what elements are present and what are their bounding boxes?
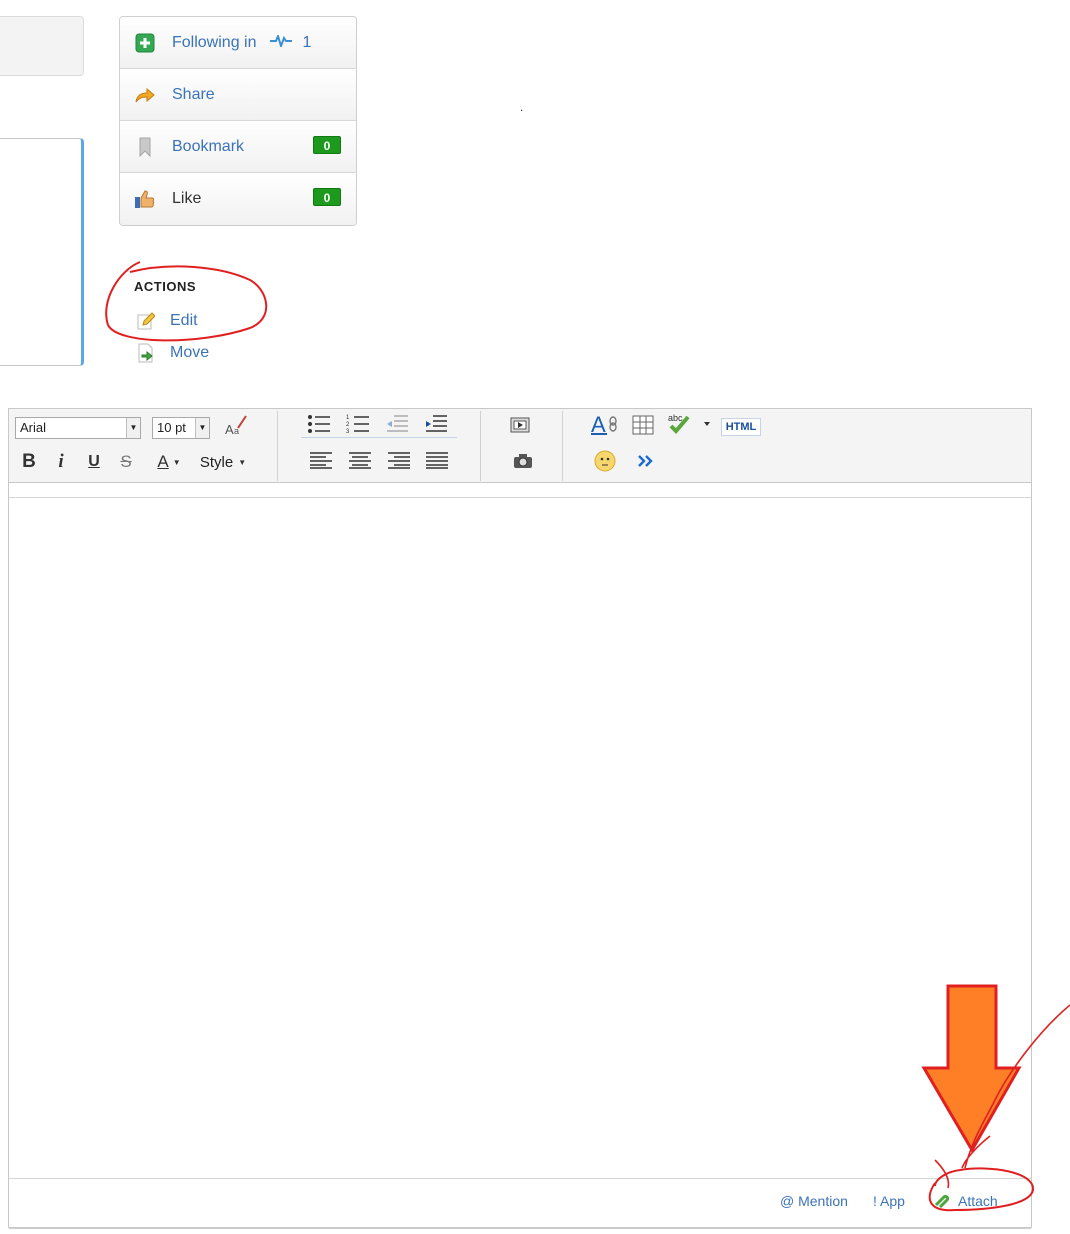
toolbar-separator — [562, 411, 563, 481]
rich-text-editor: Arial ▼ 10 pt ▼ Aa 123 A abc HTML B i U … — [8, 408, 1032, 1229]
paperclip-icon — [934, 1194, 950, 1208]
font-family-select[interactable]: Arial ▼ — [15, 417, 141, 439]
svg-text:abc: abc — [668, 413, 683, 423]
left-panel-top — [0, 16, 84, 76]
strikethrough-button[interactable]: S — [115, 449, 137, 475]
clear-format-icon: Aa — [224, 414, 250, 441]
edit-action[interactable]: Edit — [136, 311, 198, 331]
style-dropdown[interactable]: Style ▼ — [195, 449, 251, 475]
editor-toolbar: Arial ▼ 10 pt ▼ Aa 123 A abc HTML B i U … — [9, 409, 1031, 483]
attach-label: Attach — [958, 1193, 998, 1209]
align-center-button[interactable] — [346, 451, 374, 473]
list-group-underline — [301, 437, 457, 438]
font-family-value: Arial — [20, 420, 47, 435]
move-arrow-icon — [136, 343, 156, 363]
app-link[interactable]: ! App — [873, 1193, 905, 1209]
font-size-value: 10 pt — [157, 420, 186, 435]
indent-button[interactable] — [422, 414, 450, 439]
emoticon-button[interactable] — [591, 449, 619, 477]
align-right-button[interactable] — [385, 451, 413, 473]
font-size-select[interactable]: 10 pt ▼ — [152, 417, 210, 439]
align-justify-icon — [425, 451, 449, 474]
insert-table-button[interactable] — [630, 415, 656, 439]
bookmark-icon — [134, 136, 156, 158]
insert-video-button[interactable] — [507, 415, 533, 439]
svg-text:3: 3 — [346, 429, 350, 434]
following-label: Following in — [172, 33, 257, 51]
chevron-down-icon: ▼ — [195, 418, 209, 438]
mention-link[interactable]: @ Mention — [780, 1193, 848, 1209]
style-label: Style — [199, 453, 234, 471]
outdent-button[interactable] — [383, 414, 411, 439]
chevron-down-icon: ▼ — [126, 418, 140, 438]
bookmark-label: Bookmark — [172, 137, 245, 155]
clear-format-button[interactable]: Aa — [223, 414, 251, 441]
following-count: 1 — [302, 33, 312, 51]
share-button[interactable]: Share — [120, 69, 356, 121]
social-panel: Following in 1 Share Bookmark 0 Like 0 — [119, 16, 357, 226]
edit-label: Edit — [170, 312, 198, 329]
smiley-icon — [593, 449, 617, 478]
align-right-icon — [387, 451, 411, 474]
stray-dot: . — [520, 100, 524, 114]
activity-icon — [270, 32, 293, 52]
text-color-button[interactable]: A ▼ — [151, 449, 187, 475]
editor-footer: @ Mention ! App Attach — [9, 1179, 1031, 1229]
like-label: Like — [172, 190, 202, 207]
align-left-icon — [309, 451, 333, 474]
svg-text:A: A — [591, 412, 606, 436]
video-icon — [509, 415, 531, 440]
spellcheck-icon: abc — [666, 412, 712, 441]
svg-text:1: 1 — [346, 415, 350, 421]
more-tools-button[interactable] — [633, 451, 659, 475]
align-justify-button[interactable] — [423, 451, 451, 473]
text-color-label: A — [157, 452, 169, 471]
move-action[interactable]: Move — [136, 343, 209, 363]
share-label: Share — [172, 85, 215, 103]
attach-link[interactable]: Attach — [934, 1193, 998, 1209]
editor-content-area[interactable] — [9, 497, 1031, 1179]
pencil-icon — [136, 311, 156, 331]
svg-text:2: 2 — [346, 422, 350, 428]
chevron-down-icon: ▼ — [172, 457, 181, 467]
bookmark-count-badge: 0 — [313, 136, 341, 154]
like-button[interactable]: Like 0 — [120, 173, 356, 225]
like-count-badge: 0 — [313, 188, 341, 206]
left-panel-content — [0, 138, 84, 366]
numbered-list-icon: 123 — [346, 414, 370, 439]
spellcheck-button[interactable]: abc — [665, 413, 713, 439]
bookmark-button[interactable]: Bookmark 0 — [120, 121, 356, 173]
thumbs-up-icon — [134, 188, 156, 210]
italic-button[interactable]: i — [51, 449, 71, 475]
insert-image-button[interactable] — [510, 451, 536, 475]
following-button[interactable]: Following in 1 — [120, 17, 356, 69]
toolbar-separator — [480, 411, 481, 481]
align-center-icon — [348, 451, 372, 474]
link-icon: A — [590, 412, 620, 441]
bullet-list-button[interactable] — [305, 414, 333, 439]
underline-button[interactable]: U — [83, 449, 105, 475]
html-source-button[interactable]: HTML — [721, 418, 761, 436]
align-left-button[interactable] — [307, 451, 335, 473]
table-icon — [632, 415, 654, 440]
toolbar-separator — [277, 411, 278, 481]
double-chevron-right-icon — [636, 454, 656, 473]
indent-icon — [424, 414, 448, 439]
chevron-down-icon: ▼ — [238, 457, 247, 467]
move-label: Move — [170, 344, 210, 361]
svg-text:A: A — [225, 422, 234, 436]
actions-heading: ACTIONS — [134, 279, 196, 294]
outdent-icon — [385, 414, 409, 439]
numbered-list-button[interactable]: 123 — [344, 415, 372, 437]
bold-button[interactable]: B — [17, 449, 41, 475]
insert-link-button[interactable]: A — [589, 412, 621, 441]
plus-icon — [134, 32, 156, 54]
bullet-list-icon — [307, 414, 331, 439]
camera-icon — [512, 452, 534, 475]
share-arrow-icon — [134, 84, 156, 106]
